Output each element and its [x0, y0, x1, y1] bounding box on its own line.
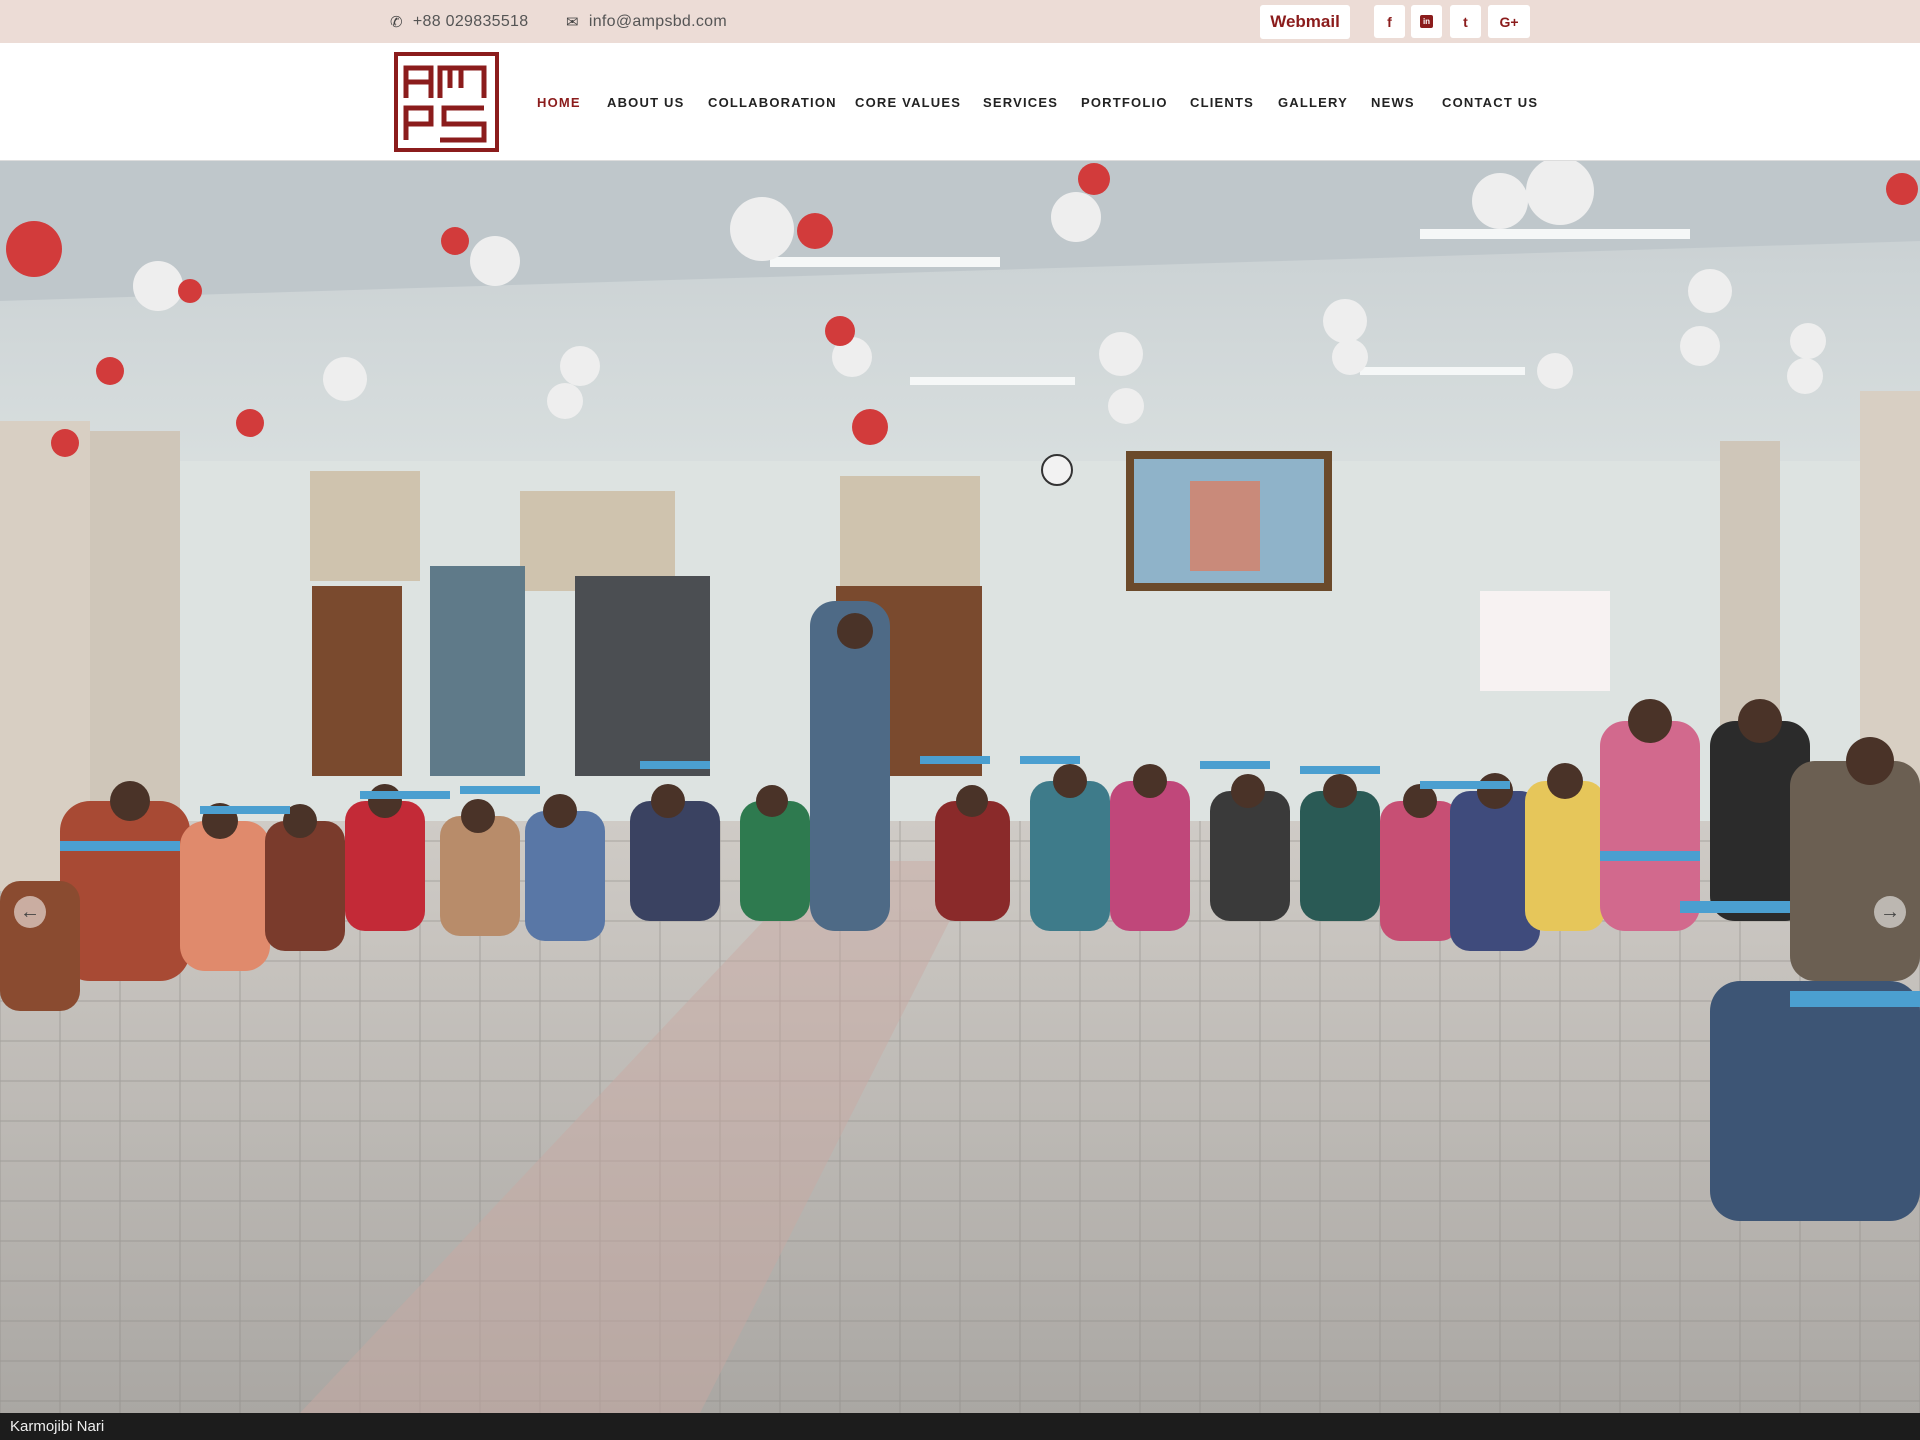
nav-collaboration[interactable]: COLLABORATION [708, 95, 837, 110]
top-bar: ✆ +88 029835518 ✉ info@ampsbd.com Webmai… [0, 0, 1920, 43]
nav-services[interactable]: SERVICES [983, 95, 1058, 110]
phone-number: +88 029835518 [412, 12, 529, 30]
google-plus-icon[interactable]: G+ [1488, 5, 1530, 38]
nav-core-values[interactable]: CORE VALUES [855, 95, 961, 110]
slide-caption: Karmojibi Nari [0, 1413, 1920, 1440]
webmail-button[interactable]: Webmail [1260, 5, 1350, 39]
nav-contact-us[interactable]: CONTACT US [1442, 95, 1538, 110]
envelope-icon: ✉ [566, 13, 579, 31]
slider-next-button[interactable]: → [1874, 896, 1906, 928]
slider-prev-button[interactable]: ← [14, 896, 46, 928]
amps-logo[interactable] [394, 52, 499, 152]
facebook-icon[interactable]: f [1374, 5, 1405, 38]
linkedin-icon[interactable]: in [1411, 5, 1442, 38]
slide-photo [0, 161, 1920, 1413]
phone-icon: ✆ [390, 13, 403, 31]
nav-home[interactable]: HOME [537, 95, 581, 110]
twitter-icon[interactable]: t [1450, 5, 1481, 38]
nav-news[interactable]: NEWS [1371, 95, 1415, 110]
nav-gallery[interactable]: GALLERY [1278, 95, 1348, 110]
phone-contact[interactable]: ✆ +88 029835518 [390, 0, 528, 43]
site-header: HOME ABOUT US COLLABORATION CORE VALUES … [0, 43, 1920, 161]
nav-clients[interactable]: CLIENTS [1190, 95, 1254, 110]
nav-portfolio[interactable]: PORTFOLIO [1081, 95, 1168, 110]
nav-about-us[interactable]: ABOUT US [607, 95, 685, 110]
email-address: info@ampsbd.com [588, 12, 728, 30]
hero-slider[interactable]: ← → [0, 161, 1920, 1413]
email-contact[interactable]: ✉ info@ampsbd.com [566, 0, 727, 43]
arrow-right-icon: → [1880, 900, 1900, 923]
arrow-left-icon: ← [20, 900, 40, 923]
